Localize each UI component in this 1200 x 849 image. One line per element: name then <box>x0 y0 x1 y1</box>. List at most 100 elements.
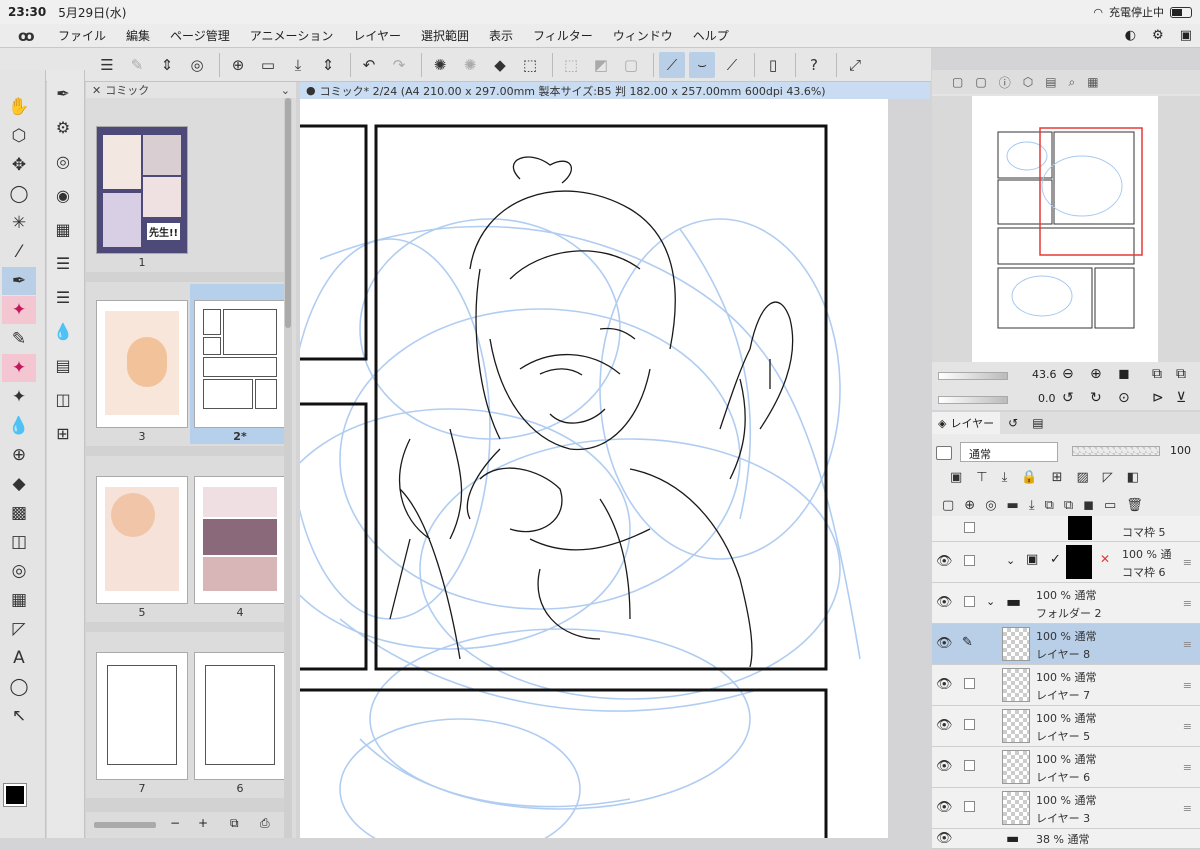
sparkle-icon[interactable]: ✦ <box>2 354 36 382</box>
mask-add-icon[interactable]: ◼ <box>1083 498 1094 513</box>
drops-icon[interactable]: 💧 <box>47 314 79 348</box>
ruler-icon[interactable]: ◸ <box>2 615 36 643</box>
mask-icon[interactable]: ▨ <box>1076 470 1088 485</box>
zoom-slider[interactable] <box>938 372 1008 380</box>
expand-icon[interactable]: ⤢ <box>842 52 868 78</box>
eye-icon[interactable]: 👁 <box>936 831 953 846</box>
pen-settings-icon[interactable]: ⚙ <box>47 110 79 144</box>
layer-row[interactable]: 👁 100 % 通常 レイヤー 7 ≡ <box>932 665 1200 706</box>
reset-rotation-icon[interactable]: ⊙ <box>1118 390 1130 406</box>
page-thumb-7[interactable] <box>96 652 188 780</box>
eye-icon[interactable]: 👁 <box>936 677 953 692</box>
pen-sub-icon[interactable]: ✒ <box>47 76 79 110</box>
pen-icon[interactable]: ✒ <box>2 267 36 295</box>
search-tab-icon[interactable]: ⌕ <box>1069 75 1076 90</box>
globe-icon[interactable]: ⊕ <box>2 441 36 469</box>
sparkle-icon[interactable]: ✦ <box>2 383 36 411</box>
menu-view[interactable]: 表示 <box>489 27 513 44</box>
new-folder-icon[interactable]: ▬ <box>1007 498 1019 513</box>
chevron-updown-icon[interactable]: ⇕ <box>154 52 180 78</box>
undo-icon[interactable]: ↶ <box>356 52 382 78</box>
nodes-icon[interactable]: ⊞ <box>47 416 79 450</box>
new-file-icon[interactable]: ⊕ <box>225 52 251 78</box>
lock-alpha-icon[interactable]: ⊞ <box>1052 470 1063 485</box>
zoom-in-icon[interactable]: ⊕ <box>1090 366 1102 382</box>
zoom-out-icon[interactable]: ⊖ <box>1062 366 1074 382</box>
drag-handle-icon[interactable]: ≡ <box>1183 638 1192 651</box>
history-tab-icon[interactable]: ↺ <box>1008 416 1018 430</box>
text-icon[interactable]: A <box>2 644 36 672</box>
eye-icon[interactable]: 👁 <box>936 595 953 610</box>
menu-icon[interactable]: ☰ <box>94 52 120 78</box>
actual-size-icon[interactable]: ⧉ <box>1176 366 1186 382</box>
layer-checkbox[interactable] <box>964 596 975 607</box>
layer-checkbox[interactable] <box>964 760 975 771</box>
sparkle-icon[interactable]: ✦ <box>2 296 36 324</box>
stop-icon[interactable]: ◼ <box>1118 366 1130 382</box>
navigator-preview[interactable] <box>932 96 1200 362</box>
open-folder-icon[interactable]: ▭ <box>255 52 281 78</box>
flip-vertical-icon[interactable]: ⊻ <box>1176 390 1186 406</box>
page-thumb-4[interactable] <box>194 476 286 604</box>
layer-checkbox[interactable] <box>964 522 975 533</box>
tool-property-tab-icon[interactable]: ▤ <box>1045 75 1056 89</box>
menu-help[interactable]: ヘルプ <box>693 27 729 44</box>
ruler-mask-icon[interactable]: ◸ <box>1103 470 1113 485</box>
menu-file[interactable]: ファイル <box>58 27 106 44</box>
history-tab-icon[interactable]: ▦ <box>1087 75 1098 89</box>
menu-animation[interactable]: アニメーション <box>250 27 334 44</box>
layer-checkbox[interactable] <box>964 678 975 689</box>
settings-icon[interactable]: ⚙ <box>1152 28 1164 43</box>
menu-filter[interactable]: フィルター <box>533 27 593 44</box>
hide-icon[interactable]: ▣ <box>1180 28 1192 43</box>
minus-icon[interactable]: − <box>170 816 180 830</box>
reference-icon[interactable]: ▣ <box>950 470 962 485</box>
thumb-size-slider[interactable] <box>94 822 156 828</box>
rotate-left-icon[interactable]: ↺ <box>1062 390 1074 406</box>
3d-icon[interactable]: ⬡ <box>2 122 36 150</box>
merge-down-icon[interactable]: ⧉ <box>1045 498 1054 513</box>
clear-icon[interactable]: ✺ <box>457 52 483 78</box>
layer-row[interactable]: 👁 100 % 通常 レイヤー 5 ≡ <box>932 706 1200 747</box>
layer-color-swatch[interactable] <box>936 446 952 460</box>
eye-icon[interactable]: 👁 <box>936 636 953 651</box>
move-icon[interactable]: ✥ <box>2 151 36 179</box>
edit-icon[interactable]: ✎ <box>124 52 150 78</box>
layer-row[interactable]: 👁 100 % 通常 レイヤー 6 ≡ <box>932 747 1200 788</box>
flip-horizontal-icon[interactable]: ⊳ <box>1152 390 1164 406</box>
transfer-down-icon[interactable]: ⤓ <box>1029 498 1035 513</box>
canvas-area[interactable] <box>300 99 930 838</box>
canvas-tab[interactable]: ● コミック* 2/24 (A4 210.00 x 297.00mm 製本サイズ… <box>300 82 930 99</box>
eye-icon[interactable]: 👁 <box>936 800 953 815</box>
frame-icon[interactable]: ▦ <box>2 586 36 614</box>
layer-row[interactable]: 👁 ⌄ ▣ ✓ ✕ 100 % 通 コマ枠 6 ≡ <box>932 542 1200 583</box>
select-all-icon[interactable]: ▢ <box>618 52 644 78</box>
pen-texture-icon[interactable]: ◎ <box>47 144 79 178</box>
rotate-right-icon[interactable]: ↻ <box>1090 390 1102 406</box>
app-icon[interactable]: ◎ <box>184 52 210 78</box>
page-thumb-5[interactable] <box>96 476 188 604</box>
cube-tab-icon[interactable]: ⬡ <box>1023 75 1033 89</box>
circle-icon[interactable]: ◉ <box>47 178 79 212</box>
loading-icon[interactable]: ✺ <box>427 52 453 78</box>
duplicate-page-icon[interactable]: ⧉ <box>230 816 239 831</box>
page-thumb-6[interactable] <box>194 652 286 780</box>
chevron-updown-icon[interactable]: ⇕ <box>315 52 341 78</box>
balloon-icon[interactable]: ◎ <box>2 557 36 585</box>
layer-checkbox[interactable] <box>964 555 975 566</box>
layer-row[interactable]: 👁 100 % 通常 レイヤー 3 ≡ <box>932 788 1200 829</box>
app-logo-icon[interactable]: ꝏ <box>18 27 40 45</box>
gradient-icon[interactable]: ▩ <box>2 499 36 527</box>
menu-edit[interactable]: 編集 <box>126 27 150 44</box>
hand-icon[interactable]: ✋ <box>2 93 36 121</box>
eyedropper-icon[interactable]: ⁄ <box>2 238 36 266</box>
color-icon[interactable]: ◧ <box>1127 470 1139 485</box>
film-icon[interactable]: ▤ <box>47 348 79 382</box>
lasso-icon[interactable]: ◯ <box>2 180 36 208</box>
menu-selection[interactable]: 選択範囲 <box>421 27 469 44</box>
layer-checkbox[interactable] <box>964 801 975 812</box>
new-vector-layer-icon[interactable]: ⊕ <box>964 498 975 513</box>
save-icon[interactable]: ⤓ <box>285 52 311 78</box>
eye-icon[interactable]: 👁 <box>936 554 953 569</box>
info-tab-icon[interactable]: ⓘ <box>999 74 1011 91</box>
